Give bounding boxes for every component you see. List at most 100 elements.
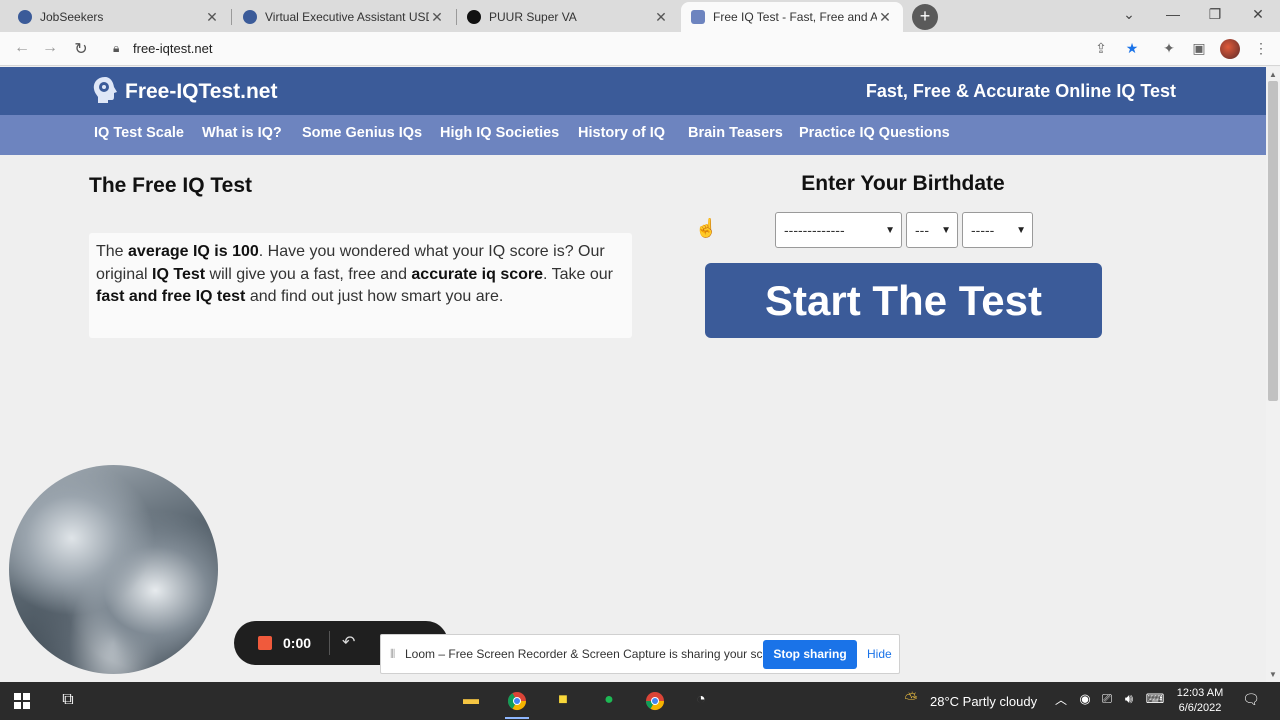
restart-icon[interactable]: ↶ (342, 632, 355, 652)
address-bar[interactable]: free-iqtest.net (133, 41, 213, 56)
nav-brain-teasers[interactable]: Brain Teasers (688, 125, 783, 141)
keyboard-icon[interactable]: ⌨ (1144, 691, 1166, 711)
browser-tab-strip: JobSeekers ✕ Virtual Executive Assistant… (0, 0, 1280, 32)
new-tab-button[interactable]: + (912, 4, 938, 30)
reload-icon[interactable]: ↻ (71, 39, 91, 59)
window-close-icon[interactable]: ✕ (1248, 6, 1268, 23)
close-icon[interactable]: ✕ (429, 9, 445, 26)
hide-notification-link[interactable]: Hide (867, 647, 892, 661)
browser-tab-jobseekers[interactable]: JobSeekers ✕ (8, 2, 230, 32)
browser-tab-virtual-assistant[interactable]: Virtual Executive Assistant USD $ ✕ (233, 2, 455, 32)
webcam-bubble[interactable] (9, 465, 218, 674)
circle-icon (467, 10, 481, 24)
windows-start-icon[interactable] (14, 693, 30, 709)
chevron-down-icon: ▼ (941, 224, 951, 236)
share-message: Loom – Free Screen Recorder & Screen Cap… (405, 647, 790, 661)
intro-text-box: The average IQ is 100. Have you wondered… (89, 233, 632, 338)
intro-bold: IQ Test (152, 265, 206, 283)
weather-cloud-icon[interactable]: ⛅︎ (900, 691, 922, 711)
intro-text: will give you a fast, free and (205, 265, 412, 283)
page-title: The Free IQ Test (89, 174, 252, 197)
nav-iq-test-scale[interactable]: IQ Test Scale (94, 125, 184, 141)
clock-time: 12:03 AM (1176, 687, 1224, 699)
intro-bold: fast and free IQ test (96, 288, 246, 305)
globe-icon (243, 10, 257, 24)
forward-arrow-icon[interactable]: → (40, 39, 60, 57)
intro-text: The (96, 243, 129, 260)
birth-day-select[interactable]: --- ▼ (906, 212, 958, 248)
control-divider (329, 631, 330, 655)
head-gear-logo-icon[interactable] (91, 75, 119, 105)
back-arrow-icon[interactable]: ← (12, 39, 32, 57)
recording-timer: 0:00 (283, 635, 312, 651)
site-nav-bar: IQ Test Scale What is IQ? Some Genius IQ… (0, 115, 1266, 155)
clock-date: 6/6/2022 (1178, 702, 1222, 714)
scroll-up-arrow-icon[interactable]: ▲ (1269, 70, 1277, 79)
globe-icon (18, 10, 32, 24)
clock-app-icon[interactable]: ◔ (690, 691, 712, 711)
close-icon[interactable]: ✕ (204, 9, 220, 26)
nav-some-genius-iqs[interactable]: Some Genius IQs (302, 125, 422, 141)
share-icon[interactable]: ⇪ (1092, 40, 1110, 57)
minimize-icon[interactable]: — (1163, 6, 1183, 22)
nav-high-iq-societies[interactable]: High IQ Societies (440, 125, 559, 141)
browser-toolbar: ← → ↻ 🔒︎ free-iqtest.net ⇪ ★ ✦ ▣ ⋮ (0, 32, 1280, 66)
menu-kebab-icon[interactable]: ⋮ (1252, 40, 1270, 57)
chrome-logo-icon (646, 692, 664, 711)
nav-practice-iq-questions[interactable]: Practice IQ Questions (799, 125, 950, 141)
tab-search-chevron-icon[interactable]: ⌄ (1119, 6, 1139, 23)
birthdate-heading: Enter Your Birthdate (801, 172, 1005, 195)
chrome-icon[interactable] (506, 691, 528, 711)
volume-icon[interactable]: 🔊︎ (1118, 691, 1140, 711)
browser-tab-puur[interactable]: PUUR Super VA ✕ (457, 2, 679, 32)
file-explorer-icon[interactable]: ▬ (460, 691, 482, 711)
chrome-profile-icon[interactable] (644, 691, 666, 711)
birth-day-value: --- (915, 222, 929, 238)
drag-handle-icon[interactable]: ⦀ (390, 647, 395, 662)
nav-history-of-iq[interactable]: History of IQ (578, 125, 665, 141)
browser-tab-free-iq-test[interactable]: Free IQ Test - Fast, Free and Accu ✕ (681, 2, 903, 32)
tab-title: Virtual Executive Assistant USD $ (265, 10, 429, 24)
tab-title: JobSeekers (40, 10, 104, 24)
page-scrollbar[interactable]: ▲ ▼ (1266, 67, 1280, 682)
bookmark-star-icon[interactable]: ★ (1123, 40, 1141, 57)
windows-taskbar: ⧉ ▬ ■ ● ◔ ⛅︎ 28°C Partly cloudy ︿ ◉ ⎚ 🔊︎… (0, 682, 1280, 720)
birth-year-value: ----- (971, 222, 995, 238)
network-icon[interactable]: ⎚ (1096, 691, 1118, 711)
tray-chevron-up-icon[interactable]: ︿ (1050, 691, 1072, 711)
scroll-down-arrow-icon[interactable]: ▼ (1269, 670, 1277, 679)
close-icon[interactable]: ✕ (877, 9, 893, 26)
notifications-icon[interactable]: 🗨︎ (1240, 691, 1262, 711)
start-test-button[interactable]: Start The Test (705, 263, 1102, 338)
nav-what-is-iq[interactable]: What is IQ? (202, 125, 282, 141)
brain-icon (691, 10, 705, 24)
intro-text: and find out just how smart you are. (245, 288, 504, 305)
stop-record-icon[interactable] (258, 636, 272, 650)
active-app-indicator (505, 717, 529, 719)
lock-icon[interactable]: 🔒︎ (113, 41, 119, 56)
task-view-icon[interactable]: ⧉ (57, 691, 79, 711)
birth-month-value: ------------- (784, 222, 845, 238)
scrollbar-thumb[interactable] (1268, 81, 1278, 401)
meet-now-icon[interactable]: ◉ (1074, 691, 1096, 711)
birth-year-select[interactable]: ----- ▼ (962, 212, 1033, 248)
site-logo-text[interactable]: Free-IQTest.net (125, 80, 277, 104)
intro-text: . Take our (543, 265, 613, 283)
hand-cursor-icon: ☝ (695, 218, 718, 238)
chevron-down-icon: ▼ (885, 224, 895, 236)
restore-icon[interactable]: ❐ (1205, 6, 1225, 23)
tab-title: Free IQ Test - Fast, Free and Accu (713, 10, 877, 24)
taskbar-clock[interactable]: 12:03 AM 6/6/2022 (1174, 686, 1226, 716)
extensions-icon[interactable]: ✦ (1160, 40, 1178, 57)
intro-bold: accurate iq score (411, 265, 544, 283)
site-header: Free-IQTest.net Fast, Free & Accurate On… (0, 67, 1266, 115)
side-panel-icon[interactable]: ▣ (1190, 40, 1208, 57)
birth-month-select[interactable]: ------------- ▼ (775, 212, 902, 248)
profile-avatar[interactable] (1220, 39, 1240, 59)
close-icon[interactable]: ✕ (653, 9, 669, 26)
stop-sharing-button[interactable]: Stop sharing (763, 640, 857, 669)
sticky-notes-icon[interactable]: ■ (552, 691, 574, 711)
site-tagline: Fast, Free & Accurate Online IQ Test (865, 81, 1176, 101)
weather-text[interactable]: 28°C Partly cloudy (930, 694, 1037, 709)
spotify-icon[interactable]: ● (598, 691, 620, 711)
